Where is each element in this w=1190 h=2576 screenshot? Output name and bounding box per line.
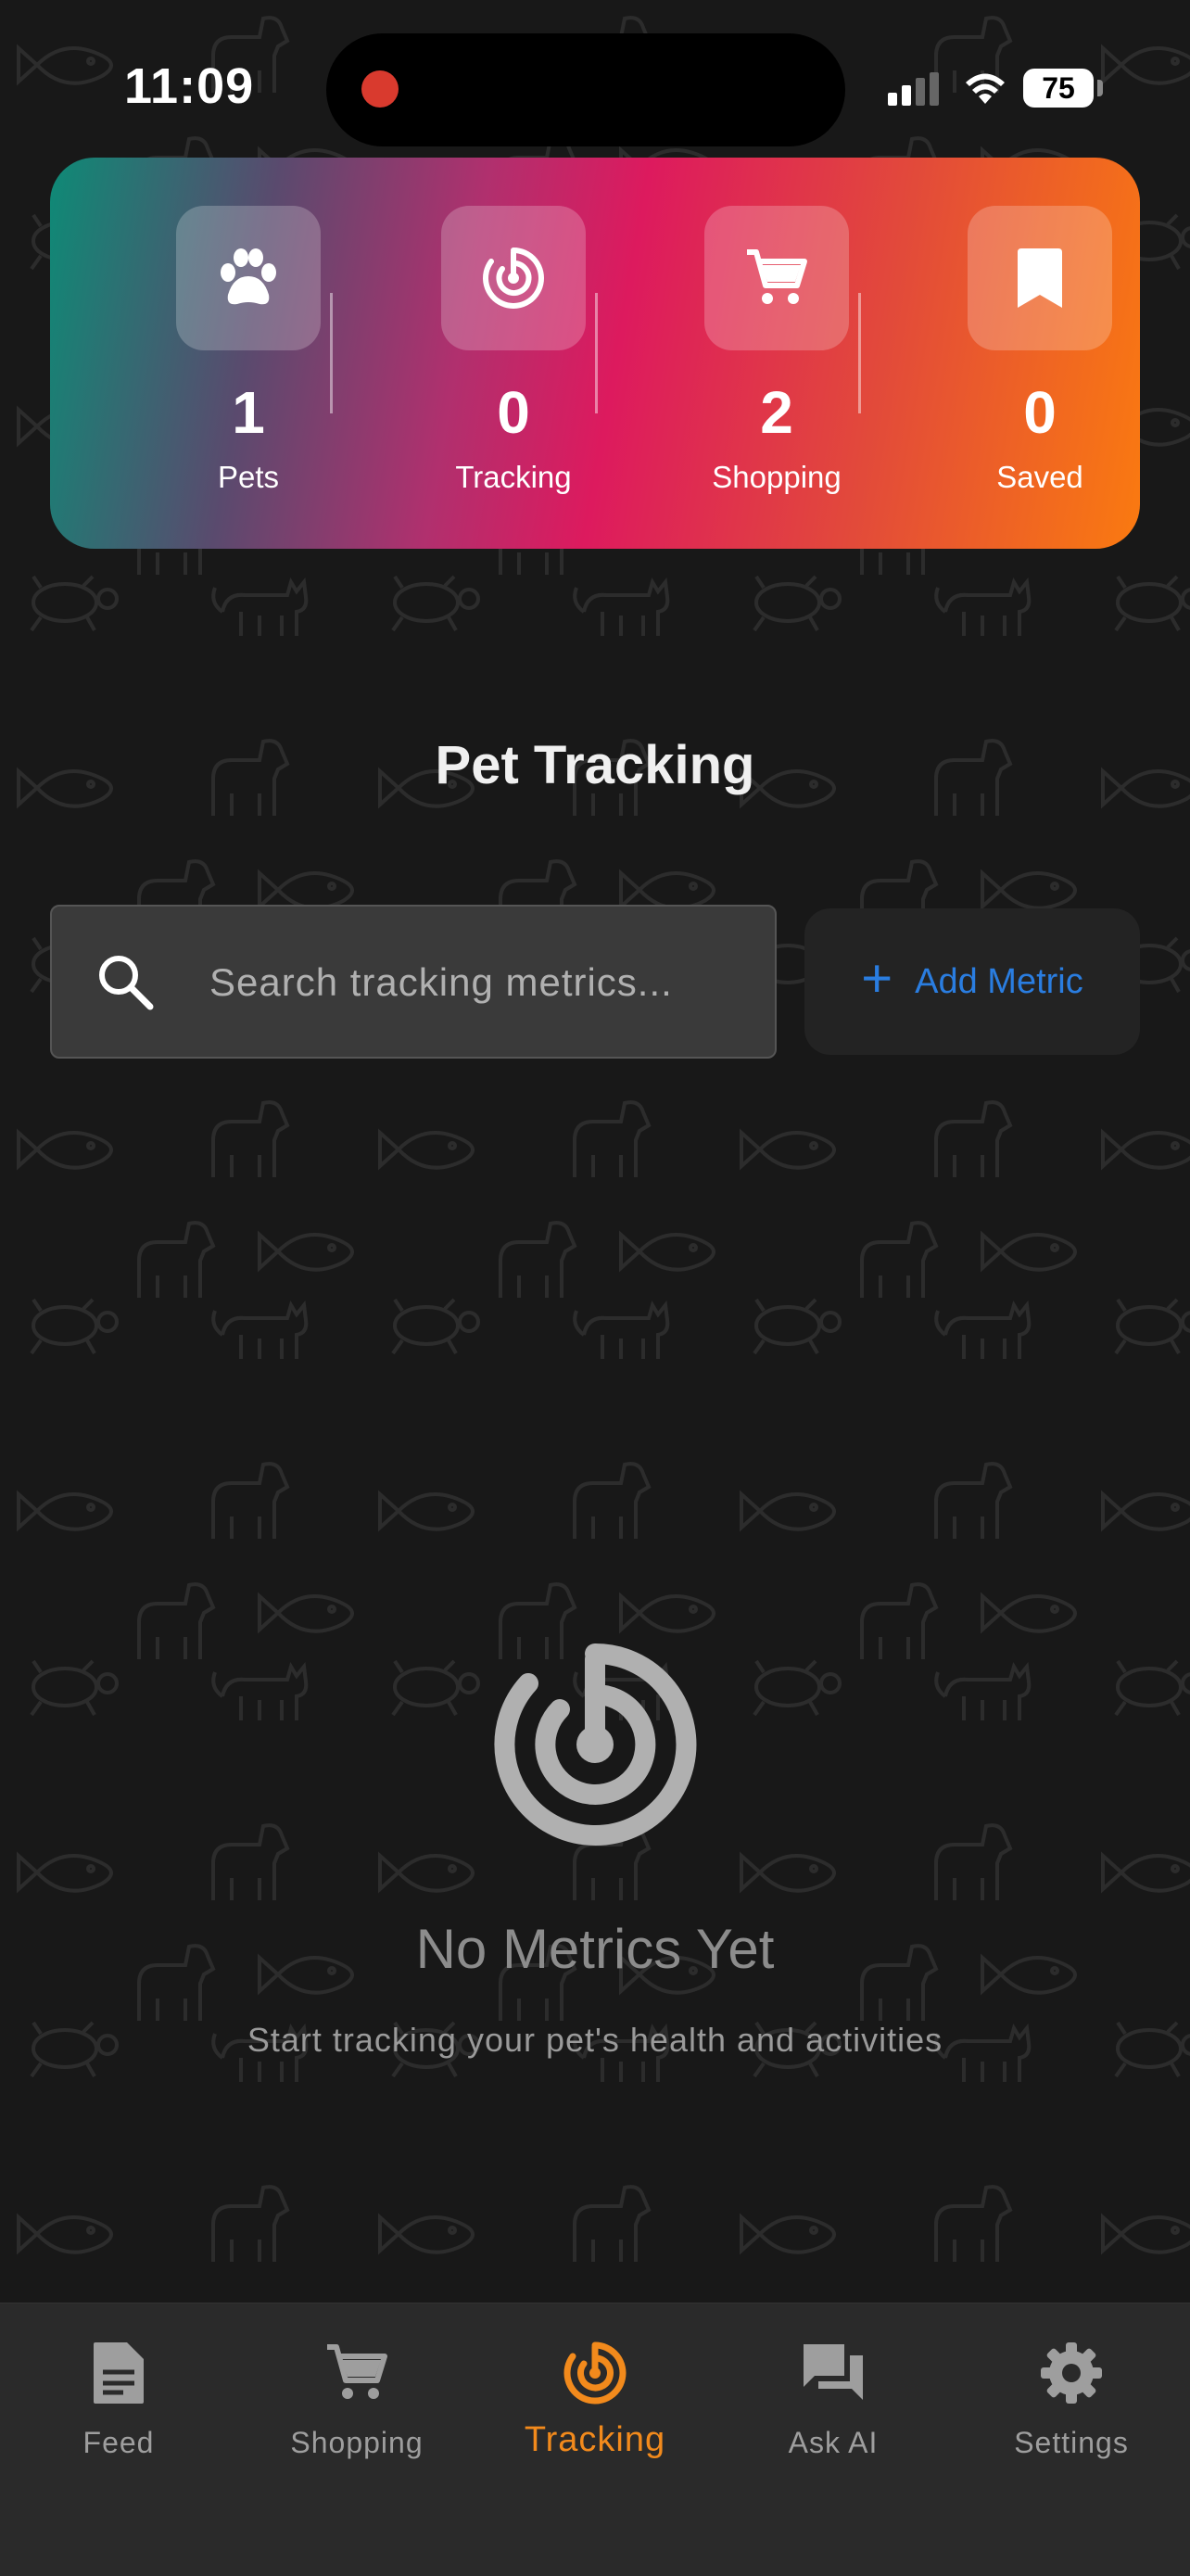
- stat-pets[interactable]: 1 Pets: [137, 206, 360, 495]
- tab-label: Settings: [1014, 2426, 1129, 2459]
- stat-label: Saved: [996, 460, 1083, 494]
- stat-shopping[interactable]: 2 Shopping: [665, 206, 888, 495]
- tab-tracking[interactable]: Tracking: [484, 2331, 706, 2460]
- tab-label: Ask AI: [788, 2426, 879, 2459]
- stat-label: Tracking: [455, 460, 572, 494]
- stat-value: 1: [232, 379, 265, 446]
- add-metric-button[interactable]: + Add Metric: [804, 908, 1140, 1055]
- stat-value: 2: [760, 379, 793, 446]
- tab-label: Shopping: [290, 2426, 424, 2459]
- page-title: Pet Tracking: [435, 735, 755, 795]
- search-box[interactable]: [50, 905, 777, 1059]
- plus-icon: +: [861, 948, 893, 1009]
- recording-indicator-icon: [361, 70, 399, 108]
- tab-ask-ai[interactable]: Ask AI: [722, 2331, 944, 2460]
- tracking-icon: [483, 247, 544, 309]
- empty-state-title: No Metrics Yet: [415, 1918, 775, 1980]
- divider: [330, 293, 333, 413]
- add-metric-label: Add Metric: [915, 961, 1083, 1001]
- empty-state-subtitle: Start tracking your pet's health and act…: [247, 2021, 943, 2059]
- battery-level: 75: [1023, 69, 1094, 108]
- gear-icon: [1041, 2342, 1102, 2404]
- search-input[interactable]: [208, 907, 767, 1059]
- status-bar: 11:09 75: [0, 0, 1190, 158]
- battery-tip: [1097, 80, 1103, 96]
- tab-feed[interactable]: Feed: [7, 2331, 230, 2460]
- paw-icon: [221, 248, 276, 305]
- search-icon: [99, 956, 154, 1010]
- stat-label: Pets: [217, 460, 280, 494]
- stats-summary-card: 1 Pets 0 Tracking 2 Shopping 0 Saved: [50, 158, 1140, 549]
- tracking-icon: [563, 2341, 627, 2405]
- cart-icon: [327, 2344, 387, 2399]
- wifi-icon: [966, 73, 1005, 104]
- document-icon: [94, 2342, 144, 2404]
- divider: [595, 293, 598, 413]
- tab-shopping[interactable]: Shopping: [246, 2331, 468, 2460]
- dynamic-island: [326, 33, 845, 146]
- stat-saved[interactable]: 0 Saved: [929, 206, 1151, 495]
- stat-tracking[interactable]: 0 Tracking: [402, 206, 625, 495]
- status-time: 11:09: [124, 58, 255, 114]
- tab-label: Feed: [82, 2426, 155, 2459]
- chat-icon: [804, 2344, 863, 2400]
- stat-label: Shopping: [712, 460, 842, 494]
- tab-settings[interactable]: Settings: [960, 2331, 1183, 2460]
- tracking-empty-icon: [494, 1643, 697, 1846]
- bookmark-icon: [1018, 248, 1062, 308]
- bottom-tab-bar: Feed Shopping Tracking Ask AI Settings: [0, 2303, 1190, 2576]
- divider: [858, 293, 861, 413]
- tab-label: Tracking: [524, 2420, 666, 2459]
- cellular-signal-icon: [888, 72, 939, 106]
- cart-icon: [747, 249, 807, 304]
- stat-value: 0: [1023, 379, 1057, 446]
- stat-value: 0: [497, 379, 530, 446]
